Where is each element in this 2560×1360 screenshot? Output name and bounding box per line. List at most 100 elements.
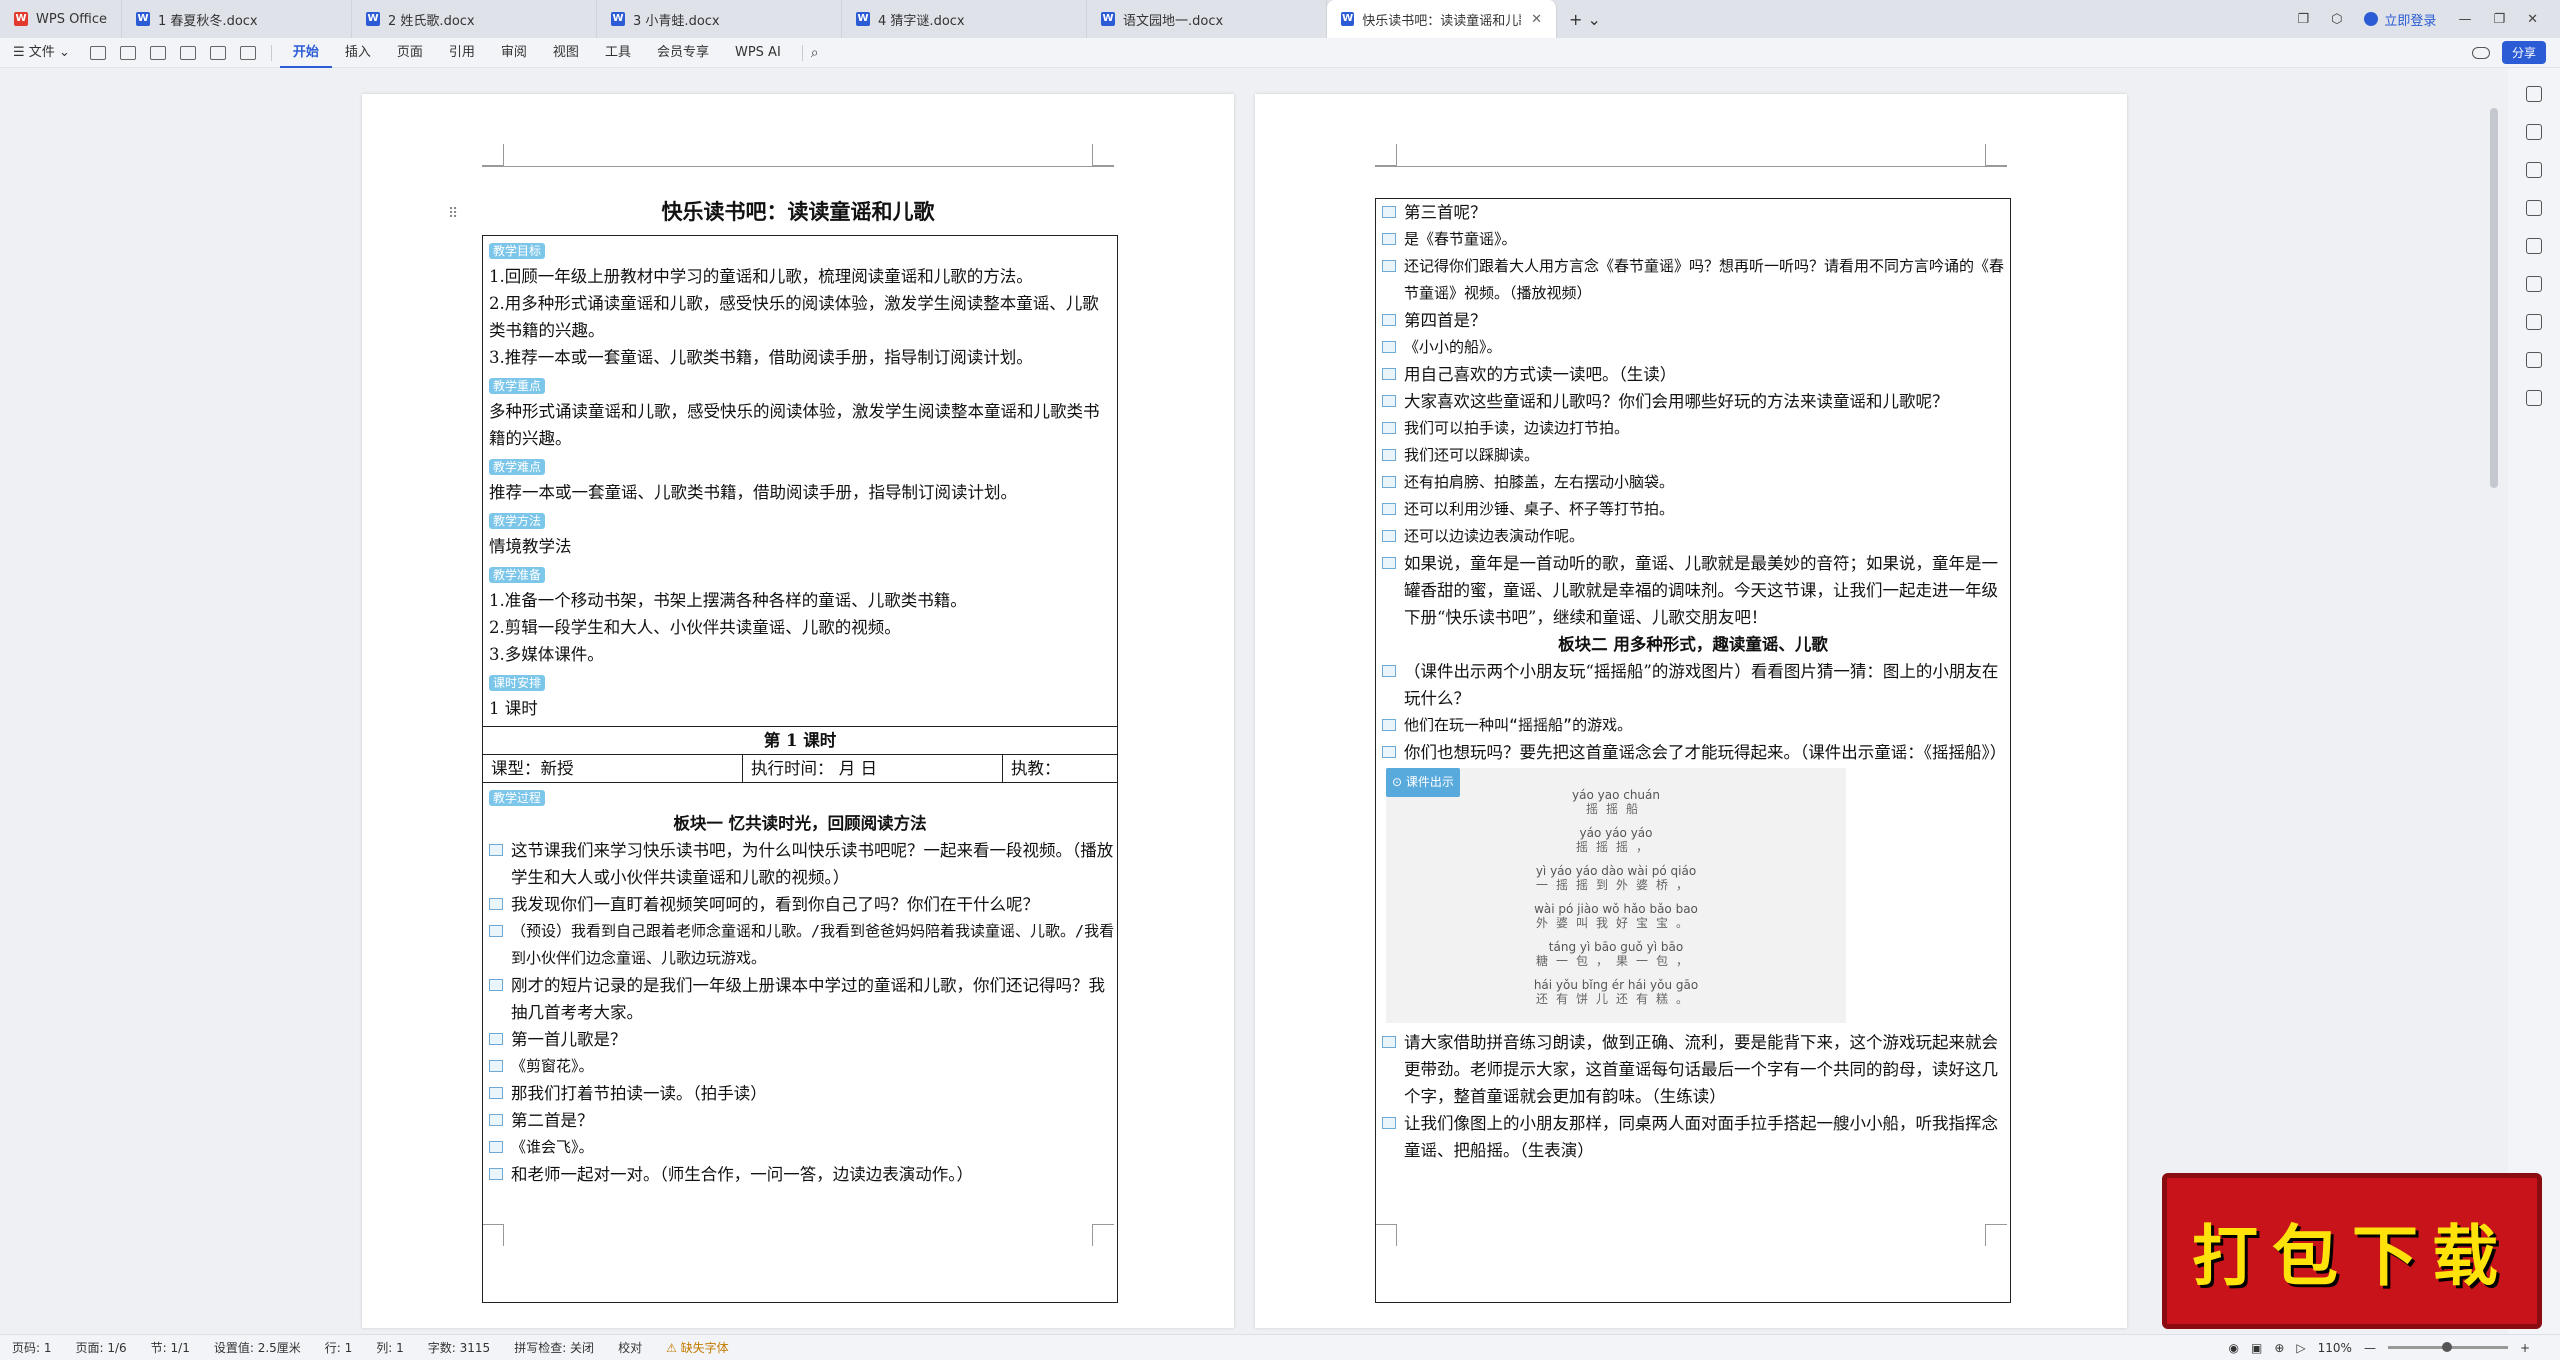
margin-mark bbox=[482, 144, 504, 166]
page-view-icon[interactable]: ▣ bbox=[2251, 1341, 2262, 1355]
margin-mark bbox=[1375, 144, 1397, 166]
paragraph-text: 第四首是？ bbox=[1404, 311, 1487, 330]
share-button[interactable]: 分享 bbox=[2501, 41, 2546, 64]
paragraph-line: 他们在玩一种叫“摇摇船”的游戏。 bbox=[1376, 712, 2010, 739]
goal-1: 1.回顾一年级上册教材中学习的童谣和儿歌，梳理阅读童谣和儿歌的方法。 bbox=[489, 267, 1033, 286]
status-col[interactable]: 列: 1 bbox=[364, 1339, 416, 1356]
menu-reference[interactable]: 引用 bbox=[436, 38, 488, 68]
tools-icon[interactable] bbox=[2526, 276, 2542, 292]
paragraph-text: （课件出示两个小朋友玩“摇摇船”的游戏图片）看看图片猜一猜：图上的小朋友在玩什么… bbox=[1404, 662, 1999, 708]
select-icon[interactable] bbox=[2526, 162, 2542, 178]
cube-icon[interactable]: ⬡ bbox=[2331, 12, 2342, 27]
paragraph-line: 《小小的船》。 bbox=[1376, 334, 2010, 361]
minimize-icon[interactable]: — bbox=[2458, 12, 2471, 27]
search-icon[interactable]: ⌕ bbox=[811, 45, 819, 61]
redo-icon[interactable] bbox=[179, 45, 196, 60]
zoom-value[interactable]: 110% bbox=[2318, 1341, 2352, 1355]
paragraph-marker-icon bbox=[489, 1141, 503, 1153]
collapse-icon[interactable] bbox=[2526, 86, 2542, 102]
status-proof[interactable]: 校对 bbox=[606, 1339, 654, 1356]
more-icon[interactable] bbox=[2526, 390, 2542, 406]
zoom-slider[interactable] bbox=[2387, 1342, 2508, 1352]
paragraph-marker-icon bbox=[489, 925, 503, 937]
settings-icon[interactable] bbox=[2526, 200, 2542, 216]
tab-doc-active[interactable]: W 快乐读书吧：读读童谣和儿歌 ✕ bbox=[1327, 0, 1558, 38]
paragraph-text: （预设）我看到自己跟着老师念童谣和儿歌。/我看到爸爸妈妈陪着我读童谣、儿歌。/我… bbox=[511, 922, 1115, 967]
tab-doc-1[interactable]: W1 春夏秋冬.docx bbox=[122, 0, 353, 38]
menu-home[interactable]: 开始 bbox=[279, 38, 332, 68]
help-icon[interactable] bbox=[2526, 314, 2542, 330]
image-icon[interactable] bbox=[239, 45, 256, 60]
margin-mark bbox=[1985, 144, 2007, 166]
zoom-out-icon[interactable]: — bbox=[2364, 1341, 2376, 1355]
poem-pinyin: yáo yáo yáo bbox=[1579, 826, 1653, 840]
tag-hard: 教学难点 bbox=[489, 459, 546, 475]
menu-review[interactable]: 审阅 bbox=[488, 38, 540, 68]
paragraph-marker-icon bbox=[489, 1060, 503, 1072]
menu-wps-ai[interactable]: WPS AI bbox=[722, 38, 794, 68]
close-window-icon[interactable]: ✕ bbox=[2527, 12, 2538, 27]
menu-insert[interactable]: 插入 bbox=[332, 38, 384, 68]
paragraph-line: （课件出示两个小朋友玩“摇摇船”的游戏图片）看看图片猜一猜：图上的小朋友在玩什么… bbox=[1376, 658, 2010, 712]
maximize-icon[interactable]: ❐ bbox=[2493, 12, 2505, 27]
status-missing-font[interactable]: ⚠ 缺失字体 bbox=[654, 1339, 741, 1356]
image-tool-icon[interactable] bbox=[2526, 238, 2542, 254]
paragraph-line: 这节课我们来学习快乐读书吧，为什么叫快乐读书吧呢？一起来看一段视频。（播放学生和… bbox=[483, 837, 1117, 891]
tab-bar: W WPS Office W1 春夏秋冬.docx W2 姓氏歌.docx W3 … bbox=[0, 0, 2560, 38]
tab-doc-2[interactable]: W2 姓氏歌.docx bbox=[352, 0, 598, 38]
status-bar: 页码: 1 页面: 1/6 节: 1/1 设置值: 2.5厘米 行: 1 列: … bbox=[0, 1334, 2560, 1360]
menu-tools[interactable]: 工具 bbox=[592, 38, 644, 68]
menu-page[interactable]: 页面 bbox=[384, 38, 436, 68]
tab-doc-3[interactable]: W3 小青蛙.docx bbox=[597, 0, 843, 38]
tab-doc-4[interactable]: W4 猜字谜.docx bbox=[842, 0, 1088, 38]
export-pdf-icon[interactable] bbox=[209, 45, 226, 60]
menu-view[interactable]: 视图 bbox=[540, 38, 592, 68]
page-title: 快乐读书吧：读读童谣和儿歌 bbox=[661, 199, 935, 224]
undo-icon[interactable] bbox=[149, 45, 166, 60]
shield-icon[interactable] bbox=[2526, 352, 2542, 368]
tag-prep: 教学准备 bbox=[489, 567, 546, 583]
paragraph-marker-icon bbox=[1382, 1036, 1396, 1048]
eye-icon[interactable]: ◉ bbox=[2229, 1341, 2239, 1355]
cloud-icon[interactable] bbox=[2471, 46, 2490, 59]
vertical-scrollbar[interactable] bbox=[2490, 108, 2498, 488]
paragraph-text: 如果说，童年是一首动听的歌，童谣、儿歌就是最美妙的音符；如果说，童年是一罐香甜的… bbox=[1404, 554, 1998, 627]
drag-handle-icon[interactable]: ⠿ bbox=[448, 206, 458, 222]
status-setting[interactable]: 设置值: 2.5厘米 bbox=[202, 1339, 313, 1356]
new-tab-button[interactable]: + ⌄ bbox=[1557, 10, 1613, 29]
tab-doc-5[interactable]: W 语文园地一.docx bbox=[1087, 0, 1328, 38]
paragraph-line: 第二首是？ bbox=[483, 1107, 1117, 1134]
download-banner[interactable]: 打包下载 bbox=[2162, 1173, 2542, 1329]
paragraph-marker-icon bbox=[1382, 395, 1396, 407]
play-icon[interactable]: ▷ bbox=[2296, 1341, 2305, 1355]
status-words[interactable]: 字数: 3115 bbox=[416, 1339, 502, 1356]
paragraph-text: 还有拍肩膀、拍膝盖，左右摆动小脑袋。 bbox=[1404, 473, 1675, 491]
status-row[interactable]: 行: 1 bbox=[313, 1339, 365, 1356]
print-icon[interactable] bbox=[119, 45, 136, 60]
status-page[interactable]: 页码: 1 bbox=[0, 1339, 64, 1356]
restore-icon[interactable]: ❐ bbox=[2297, 12, 2309, 27]
goal-2: 2.用多种形式诵读童谣和儿歌，感受快乐的阅读体验，激发学生阅读整本童谣、儿歌类书… bbox=[489, 294, 1099, 340]
tab-wps-home[interactable]: W WPS Office bbox=[0, 0, 123, 38]
menu-member[interactable]: 会员专享 bbox=[644, 38, 722, 68]
menu-file[interactable]: ☰ 文件 ⌄ bbox=[0, 38, 83, 68]
edit-icon[interactable] bbox=[2526, 124, 2542, 140]
paragraph-marker-icon bbox=[1382, 233, 1396, 245]
save-icon[interactable] bbox=[89, 45, 106, 60]
close-tab-icon[interactable]: ✕ bbox=[1531, 12, 1542, 27]
poem-hanzi: 摇摇摇， bbox=[1575, 840, 1656, 854]
status-pages[interactable]: 页面: 1/6 bbox=[64, 1339, 139, 1356]
banner-text: 打包下载 bbox=[2192, 1218, 2512, 1295]
status-section[interactable]: 节: 1/1 bbox=[139, 1339, 202, 1356]
status-spell[interactable]: 拼写检查: 关闭 bbox=[502, 1339, 606, 1356]
ribbon-menu: ☰ 文件 ⌄ 开始 插入 页面 引用 审阅 视图 工具 会员专享 WPS AI … bbox=[0, 38, 2560, 68]
poem-pinyin: hái yǒu bǐng ér hái yǒu gāo bbox=[1533, 978, 1699, 992]
web-view-icon[interactable]: ⊕ bbox=[2274, 1341, 2284, 1355]
paragraph-marker-icon bbox=[1382, 557, 1396, 569]
zoom-in-icon[interactable]: + bbox=[2520, 1341, 2530, 1355]
tag-process: 教学过程 bbox=[489, 790, 546, 806]
poem-pinyin: táng yì bāo guǒ yì bāo bbox=[1548, 940, 1684, 954]
login-button[interactable]: 立即登录 bbox=[2364, 10, 2436, 29]
paragraph-line: 我发现你们一直盯着视频笑呵呵的，看到你自己了吗？你们在干什么呢？ bbox=[483, 891, 1117, 918]
zoom-knob[interactable] bbox=[2441, 1342, 2452, 1352]
